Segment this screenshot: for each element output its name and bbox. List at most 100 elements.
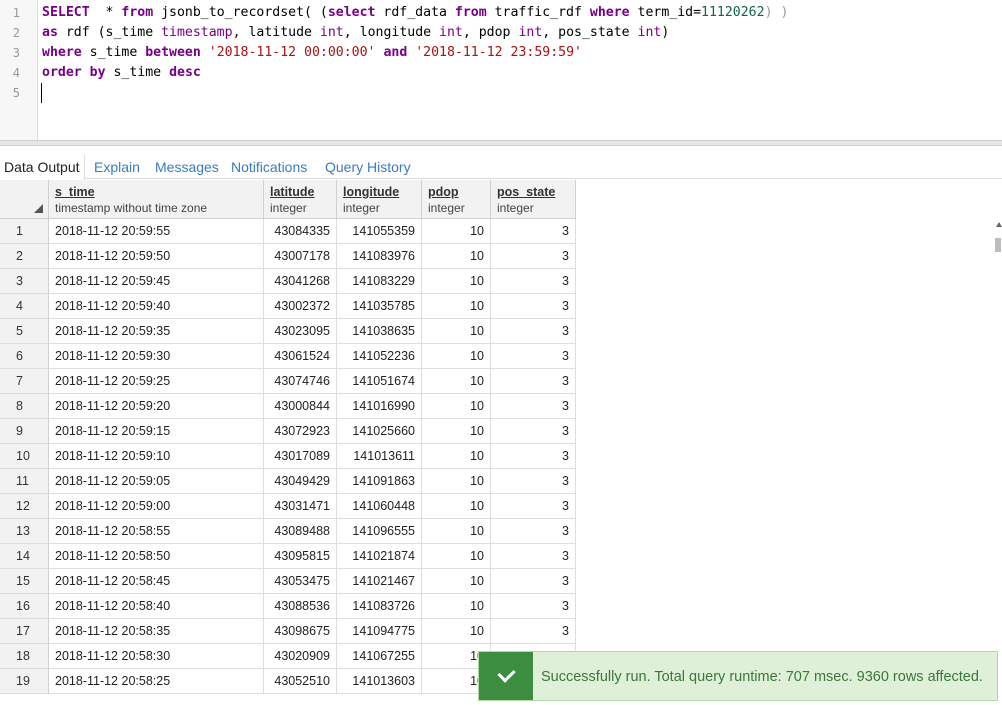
table-row[interactable]: 16 2018-11-12 20:58:40 43088536 141083726 10… [0, 594, 576, 619]
cell-latitude[interactable]: 43017089 [264, 444, 337, 469]
row-number[interactable]: 16 [0, 594, 49, 619]
cell-latitude[interactable]: 43041268 [264, 269, 337, 294]
cell-pdop[interactable]: 10 [422, 344, 491, 369]
cell-pdop[interactable]: 10 [422, 444, 491, 469]
cell-latitude[interactable]: 43084335 [264, 219, 337, 244]
cell-pdop[interactable]: 10 [422, 494, 491, 519]
cell-pdop[interactable]: 10 [422, 519, 491, 544]
cell-longitude[interactable]: 141067255 [337, 644, 422, 669]
row-number[interactable]: 14 [0, 544, 49, 569]
cell-s-time[interactable]: 2018-11-12 20:59:20 [49, 394, 264, 419]
cell-longitude[interactable]: 141038635 [337, 319, 422, 344]
cell-pos-state[interactable]: 3 [491, 344, 576, 369]
cell-pdop[interactable]: 10 [422, 569, 491, 594]
column-header-s-time[interactable]: s_time timestamp without time zone [49, 180, 264, 219]
cell-longitude[interactable]: 141021874 [337, 544, 422, 569]
cell-latitude[interactable]: 43000844 [264, 394, 337, 419]
cell-longitude[interactable]: 141052236 [337, 344, 422, 369]
sql-editor[interactable]: 1 2 3 4 5 SELECT * from jsonb_to_recordset( … [0, 0, 1002, 140]
cell-pos-state[interactable]: 3 [491, 219, 576, 244]
cell-pos-state[interactable]: 3 [491, 569, 576, 594]
cell-longitude[interactable]: 141055359 [337, 219, 422, 244]
cell-longitude[interactable]: 141025660 [337, 419, 422, 444]
cell-pos-state[interactable]: 3 [491, 544, 576, 569]
tab-explain[interactable]: Explain [94, 156, 140, 178]
cell-s-time[interactable]: 2018-11-12 20:58:35 [49, 619, 264, 644]
scroll-up-arrow-icon[interactable] [996, 222, 1002, 227]
table-row[interactable]: 6 2018-11-12 20:59:30 43061524 141052236 10 3 [0, 344, 576, 369]
table-row[interactable]: 11 2018-11-12 20:59:05 43049429 141091863 10… [0, 469, 576, 494]
row-number[interactable]: 8 [0, 394, 49, 419]
cell-s-time[interactable]: 2018-11-12 20:59:30 [49, 344, 264, 369]
cell-s-time[interactable]: 2018-11-12 20:59:55 [49, 219, 264, 244]
cell-longitude[interactable]: 141083726 [337, 594, 422, 619]
cell-longitude[interactable]: 141051674 [337, 369, 422, 394]
column-header-pdop[interactable]: pdop integer [422, 180, 491, 219]
code-line[interactable]: SELECT * from jsonb_to_recordset( (selec… [42, 3, 788, 23]
table-row[interactable]: 14 2018-11-12 20:58:50 43095815 141021874 10… [0, 544, 576, 569]
column-header-longitude[interactable]: longitude integer [337, 180, 422, 219]
tab-notifications[interactable]: Notifications [231, 156, 307, 178]
row-number[interactable]: 15 [0, 569, 49, 594]
cell-longitude[interactable]: 141096555 [337, 519, 422, 544]
cell-pdop[interactable]: 10 [422, 269, 491, 294]
row-number[interactable]: 3 [0, 269, 49, 294]
cell-pdop[interactable]: 10 [422, 244, 491, 269]
tab-query-history[interactable]: Query History [325, 156, 411, 178]
row-number[interactable]: 7 [0, 369, 49, 394]
cell-s-time[interactable]: 2018-11-12 20:59:40 [49, 294, 264, 319]
row-number[interactable]: 6 [0, 344, 49, 369]
table-row[interactable]: 10 2018-11-12 20:59:10 43017089 141013611 10… [0, 444, 576, 469]
cell-pos-state[interactable]: 3 [491, 394, 576, 419]
table-row[interactable]: 15 2018-11-12 20:58:45 43053475 141021467 10… [0, 569, 576, 594]
cell-pdop[interactable]: 10 [422, 294, 491, 319]
cell-pos-state[interactable]: 3 [491, 369, 576, 394]
cell-pos-state[interactable]: 3 [491, 594, 576, 619]
table-row[interactable]: 8 2018-11-12 20:59:20 43000844 141016990 10 3 [0, 394, 576, 419]
cell-pos-state[interactable]: 3 [491, 494, 576, 519]
row-number[interactable]: 1 [0, 219, 49, 244]
cell-latitude[interactable]: 43095815 [264, 544, 337, 569]
cell-latitude[interactable]: 43098675 [264, 619, 337, 644]
cell-pos-state[interactable]: 3 [491, 244, 576, 269]
row-number[interactable]: 11 [0, 469, 49, 494]
cell-s-time[interactable]: 2018-11-12 20:59:00 [49, 494, 264, 519]
cell-pos-state[interactable]: 3 [491, 319, 576, 344]
cell-latitude[interactable]: 43023095 [264, 319, 337, 344]
cell-latitude[interactable]: 43007178 [264, 244, 337, 269]
cell-pos-state[interactable]: 3 [491, 269, 576, 294]
table-row[interactable]: 5 2018-11-12 20:59:35 43023095 141038635 10 3 [0, 319, 576, 344]
vertical-scrollbar[interactable] [994, 224, 1002, 705]
row-number[interactable]: 4 [0, 294, 49, 319]
table-row[interactable]: 7 2018-11-12 20:59:25 43074746 141051674 10 3 [0, 369, 576, 394]
cell-s-time[interactable]: 2018-11-12 20:58:55 [49, 519, 264, 544]
cell-pdop[interactable]: 10 [422, 619, 491, 644]
cell-pdop[interactable]: 10 [422, 319, 491, 344]
column-header-latitude[interactable]: latitude integer [264, 180, 337, 219]
code-line[interactable]: where s_time between '2018-11-12 00:00:0… [42, 43, 582, 63]
cell-latitude[interactable]: 43089488 [264, 519, 337, 544]
cell-s-time[interactable]: 2018-11-12 20:59:25 [49, 369, 264, 394]
cell-longitude[interactable]: 141083976 [337, 244, 422, 269]
cell-s-time[interactable]: 2018-11-12 20:58:30 [49, 644, 264, 669]
cell-pos-state[interactable]: 3 [491, 419, 576, 444]
cell-longitude[interactable]: 141021467 [337, 569, 422, 594]
cell-latitude[interactable]: 43020909 [264, 644, 337, 669]
row-number[interactable]: 13 [0, 519, 49, 544]
cell-s-time[interactable]: 2018-11-12 20:58:25 [49, 669, 264, 694]
cell-s-time[interactable]: 2018-11-12 20:59:10 [49, 444, 264, 469]
cell-latitude[interactable]: 43088536 [264, 594, 337, 619]
cell-s-time[interactable]: 2018-11-12 20:58:50 [49, 544, 264, 569]
cell-pdop[interactable]: 10 [422, 219, 491, 244]
row-number[interactable]: 12 [0, 494, 49, 519]
table-row[interactable]: 1 2018-11-12 20:59:55 43084335 141055359 10 3 [0, 219, 576, 244]
table-row[interactable]: 12 2018-11-12 20:59:00 43031471 141060448 10… [0, 494, 576, 519]
cell-s-time[interactable]: 2018-11-12 20:59:45 [49, 269, 264, 294]
cell-s-time[interactable]: 2018-11-12 20:59:05 [49, 469, 264, 494]
cell-s-time[interactable]: 2018-11-12 20:59:50 [49, 244, 264, 269]
cell-latitude[interactable]: 43031471 [264, 494, 337, 519]
cell-longitude[interactable]: 141091863 [337, 469, 422, 494]
cell-longitude[interactable]: 141016990 [337, 394, 422, 419]
cell-longitude[interactable]: 141013611 [337, 444, 422, 469]
cell-longitude[interactable]: 141094775 [337, 619, 422, 644]
